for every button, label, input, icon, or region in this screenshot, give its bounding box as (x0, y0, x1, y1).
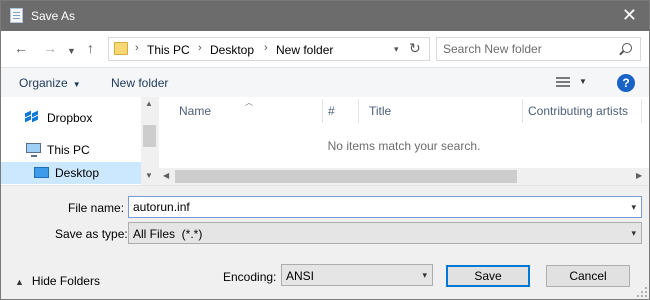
encoding-dropdown[interactable]: ANSI ▾ (281, 264, 433, 286)
chevron-down-icon[interactable]: ▾ (631, 202, 636, 213)
save-as-type-value: All Files (*.*) (133, 227, 203, 241)
help-icon[interactable]: ? (617, 74, 635, 92)
search-icon[interactable] (622, 43, 632, 53)
nav-item-label: This PC (47, 143, 90, 157)
empty-folder-message: No items match your search. (327, 139, 481, 153)
breadcrumb-desktop[interactable]: Desktop (210, 43, 254, 57)
hide-folders-button[interactable]: ▲ Hide Folders (15, 274, 100, 288)
desktop-icon (34, 167, 49, 178)
scroll-up-icon[interactable]: ▲ (145, 99, 153, 108)
nav-item-desktop[interactable]: Desktop (1, 162, 141, 184)
file-name-input[interactable] (133, 200, 613, 214)
save-as-type-label: Save as type: (55, 227, 128, 241)
scrollbar-thumb[interactable] (175, 170, 517, 183)
address-row: ← → ▼ ↑ › This PC › Desktop › New folder… (1, 31, 649, 67)
chevron-down-icon: ▼ (72, 80, 81, 89)
new-folder-button[interactable]: New folder (111, 76, 168, 90)
breadcrumb-chevron-icon[interactable]: › (264, 42, 268, 54)
sort-ascending-icon: ︿ (245, 98, 253, 107)
nav-item-this-pc[interactable]: This PC (1, 139, 141, 161)
column-divider[interactable] (522, 99, 523, 123)
encoding-value: ANSI (286, 269, 315, 283)
nav-item-dropbox[interactable]: Dropbox (1, 107, 141, 129)
column-divider[interactable] (358, 99, 359, 123)
scrollbar-thumb[interactable] (143, 125, 156, 147)
navigation-pane: Dropbox This PC Desktop ▲ ▼ (1, 97, 158, 185)
save-button[interactable]: Save (446, 265, 530, 287)
save-as-dialog: Save As ✕ ← → ▼ ↑ › This PC › Desktop › … (0, 0, 650, 300)
computer-icon (26, 143, 41, 157)
forward-button[interactable]: → (43, 40, 57, 56)
close-button[interactable]: ✕ (622, 5, 637, 25)
scroll-left-icon[interactable]: ◀ (163, 171, 169, 180)
folder-icon (114, 42, 128, 55)
command-bar: Organize ▼ New folder ▼ ? (1, 67, 649, 97)
view-details-icon[interactable] (556, 76, 570, 87)
nav-item-label: Dropbox (47, 111, 93, 125)
file-name-label: File name: (68, 201, 125, 215)
column-header-number[interactable]: # (328, 104, 335, 118)
recent-locations-chevron-down-icon[interactable]: ▼ (67, 43, 76, 59)
file-list[interactable]: ︿ Name # Title Contributing artists No i… (159, 97, 649, 185)
chevron-down-icon: ▾ (422, 270, 427, 280)
nav-pane-scrollbar[interactable]: ▲ ▼ (141, 97, 158, 185)
chevron-down-icon: ▾ (631, 228, 636, 238)
address-history-chevron-down-icon[interactable]: ▾ (394, 44, 399, 55)
column-header-name[interactable]: Name (179, 104, 211, 118)
breadcrumb-chevron-icon[interactable]: › (198, 42, 202, 54)
title-bar[interactable]: Save As ✕ (1, 1, 649, 31)
dropbox-icon (25, 110, 39, 123)
up-folder-button[interactable]: ↑ (87, 40, 94, 56)
column-header-title[interactable]: Title (369, 104, 391, 118)
encoding-label: Encoding: (223, 270, 277, 284)
breadcrumb-chevron-icon[interactable]: › (135, 42, 139, 54)
back-button[interactable]: ← (14, 40, 28, 56)
search-box[interactable] (436, 37, 641, 61)
window-title: Save As (31, 9, 76, 23)
file-list-horizontal-scrollbar[interactable]: ◀ ▶ (159, 168, 649, 185)
nav-item-label: Desktop (55, 166, 100, 180)
cancel-button[interactable]: Cancel (546, 265, 630, 287)
hide-folders-label: Hide Folders (31, 274, 100, 288)
file-name-combobox[interactable]: ▾ (128, 196, 642, 218)
address-bar[interactable]: › This PC › Desktop › New folder ▾ ↻ (108, 37, 430, 61)
scroll-right-icon[interactable]: ▶ (636, 171, 642, 180)
save-form: File name: ▾ Save as type: All Files (*.… (1, 185, 649, 299)
save-as-type-dropdown[interactable]: All Files (*.*) ▾ (128, 222, 642, 244)
chevron-up-icon: ▲ (15, 277, 24, 287)
search-input[interactable] (443, 42, 613, 56)
organize-menu-button[interactable]: Organize ▼ (19, 76, 81, 90)
refresh-icon[interactable]: ↻ (409, 40, 421, 57)
view-options-chevron-down-icon[interactable]: ▼ (579, 77, 587, 86)
notepad-icon (10, 8, 23, 23)
column-divider[interactable] (641, 99, 642, 123)
column-divider[interactable] (322, 99, 323, 123)
scroll-down-icon[interactable]: ▼ (145, 171, 153, 180)
organize-label: Organize (19, 76, 68, 90)
breadcrumb-new-folder[interactable]: New folder (276, 43, 333, 57)
column-header-contributing-artists[interactable]: Contributing artists (528, 104, 628, 118)
resize-grip-icon[interactable] (637, 287, 647, 297)
breadcrumb-this-pc[interactable]: This PC (147, 43, 190, 57)
